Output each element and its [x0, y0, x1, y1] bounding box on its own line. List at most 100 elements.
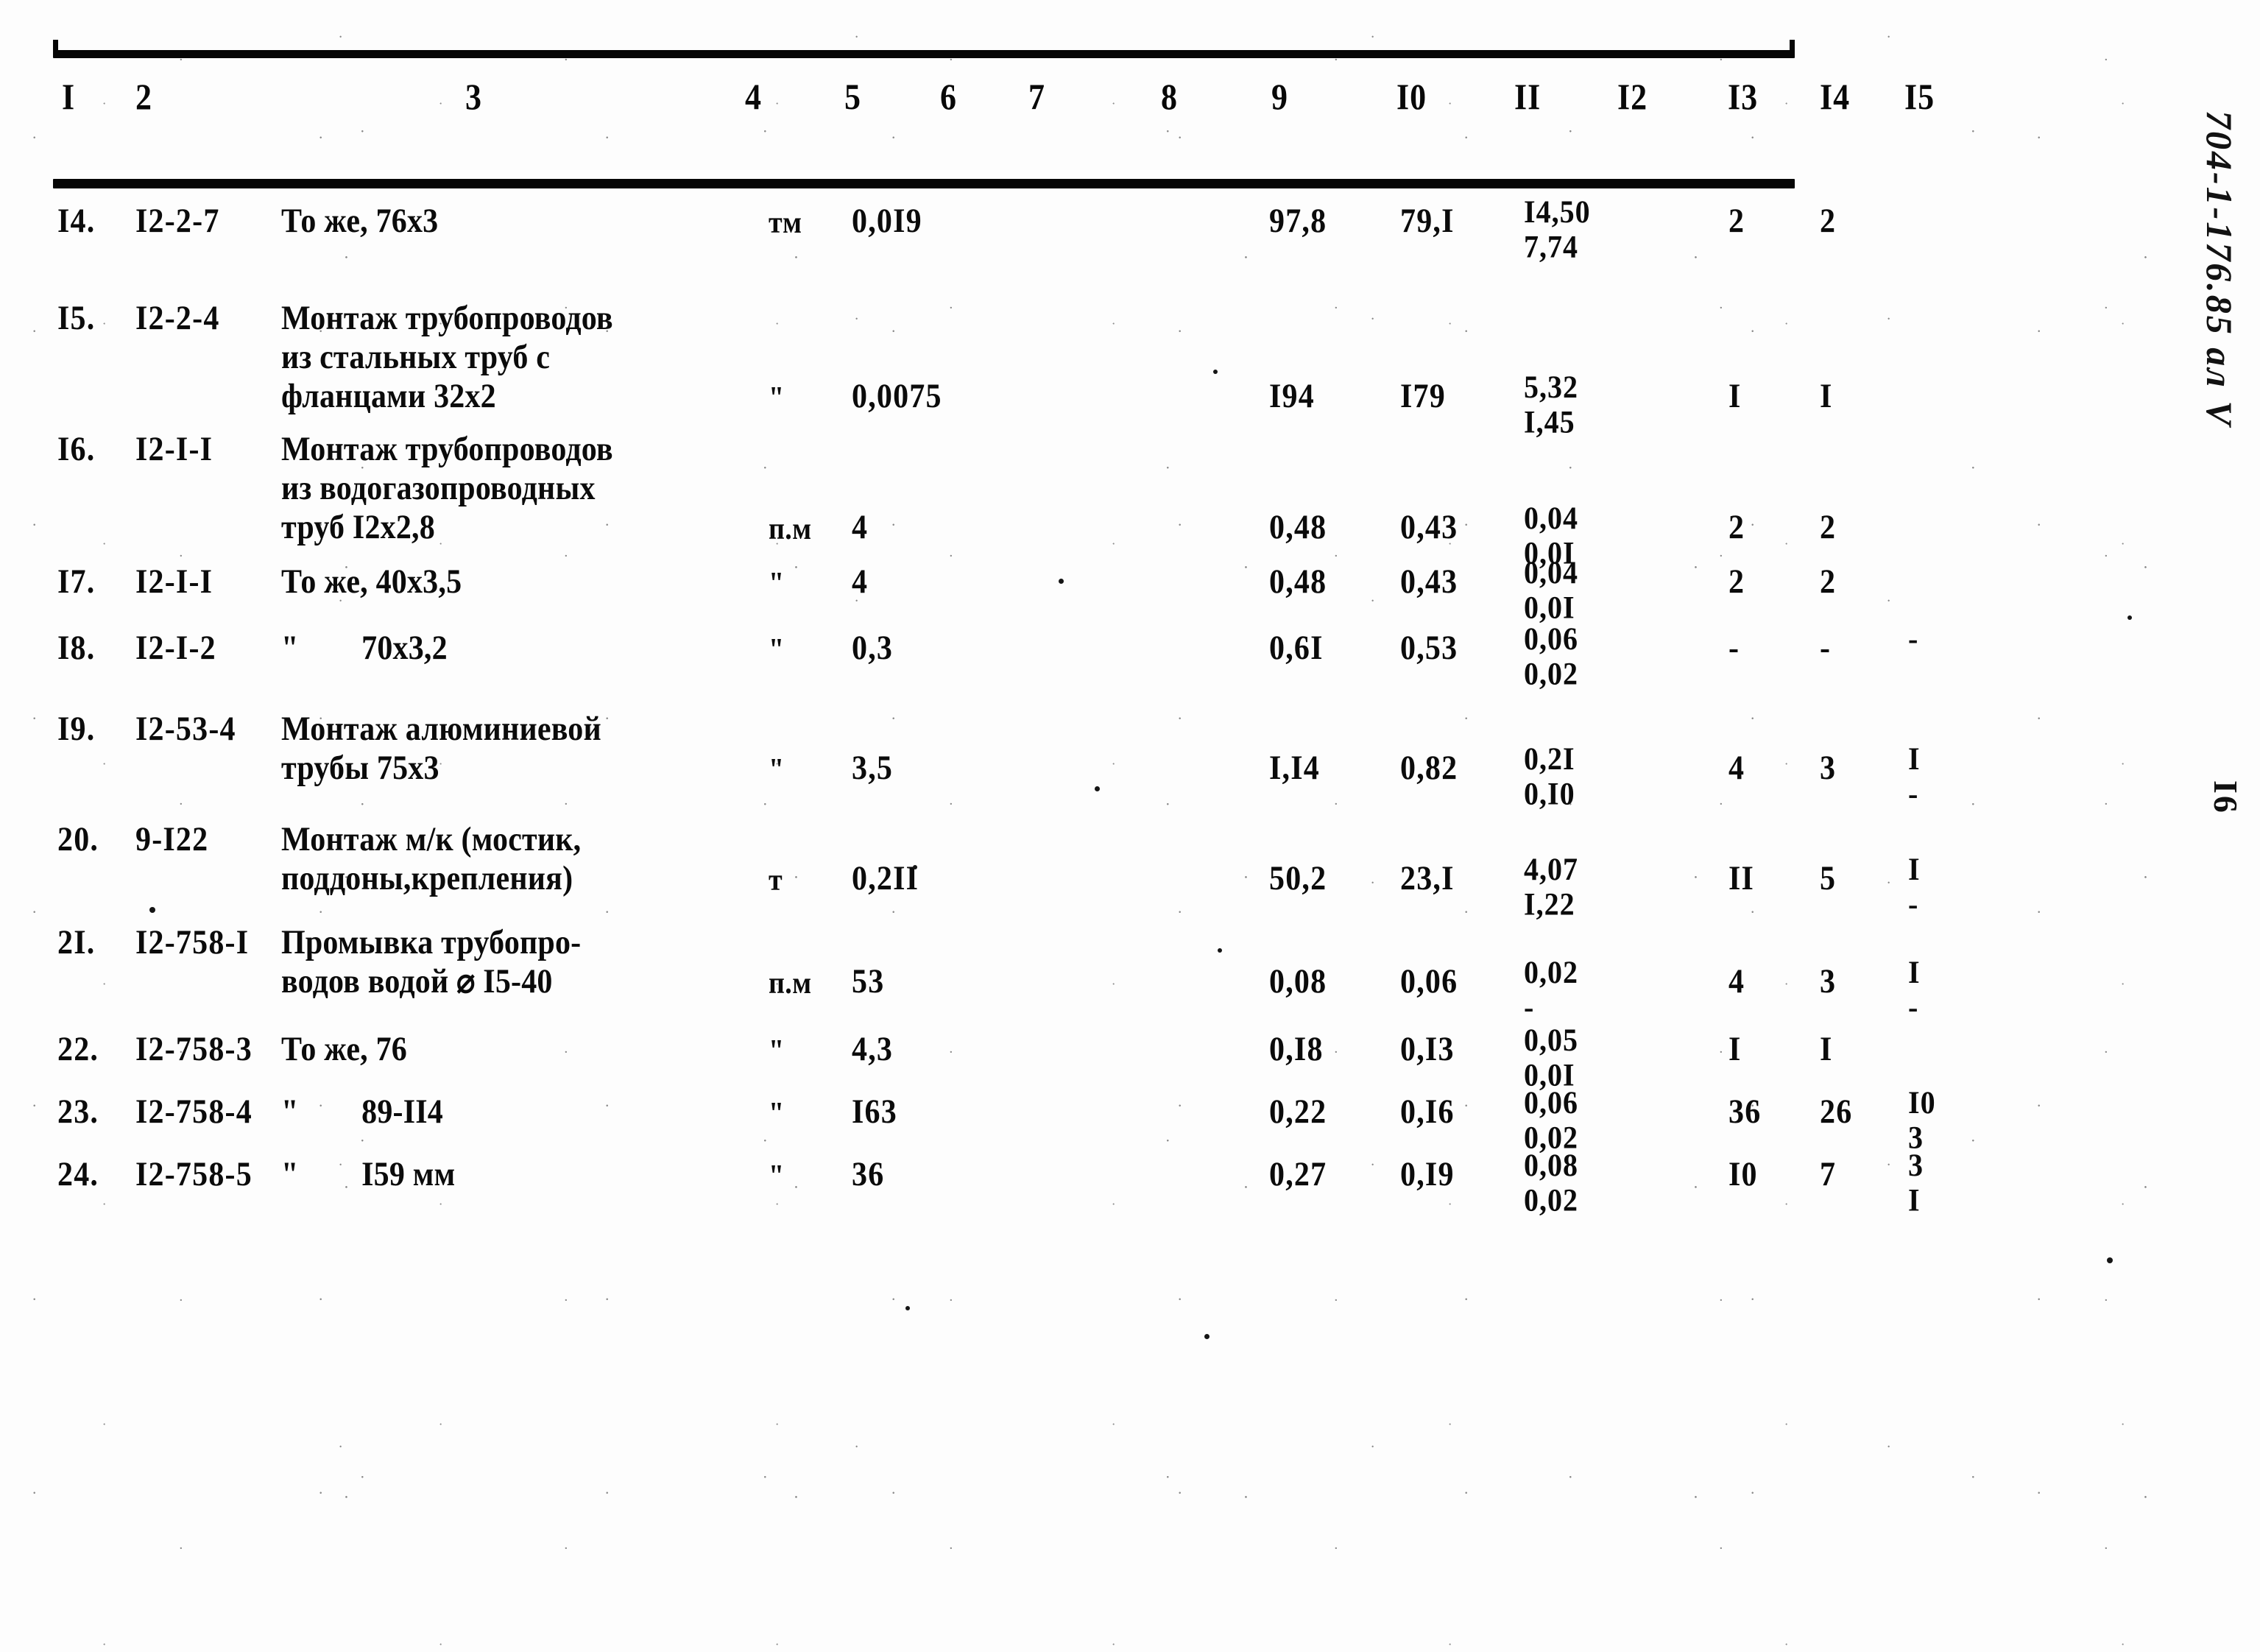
row-quantity-cell: 0,3	[852, 629, 894, 667]
row-col11-lower: 0,I0	[1524, 775, 1575, 812]
row-col9-cell: 0,27	[1269, 1156, 1327, 1193]
row-col15-stacked-cell: I-	[1908, 953, 1921, 1025]
row-col15-stacked-cell: I-	[1908, 741, 1921, 811]
row-col10-cell: 0,I3	[1400, 1031, 1455, 1068]
row-col10-cell: 0,82	[1400, 749, 1458, 787]
row-col11-lower: 7,74	[1524, 228, 1578, 265]
row-col13-cell: 36	[1728, 1093, 1762, 1131]
row-unit-cell: тм	[769, 205, 802, 240]
row-description-line: То же, 40х3,5	[281, 563, 462, 601]
row-col15-upper: -	[1908, 620, 1919, 657]
row-col13-cell: 4	[1728, 749, 1745, 787]
scanned-page: I 2 3 4 5 6 7 8 9 I0 II I2 I3 I4 I5 I4. I2-2-7 То же, 76…	[0, 0, 2260, 1652]
row-unit-cell: "	[769, 381, 785, 415]
row-number-cell: 24.	[57, 1156, 99, 1193]
row-description-line: Монтаж алюминиевой	[281, 710, 601, 748]
scan-speck	[913, 865, 917, 869]
scan-speck	[2107, 1257, 2113, 1263]
row-col11-upper: I4,50	[1524, 193, 1591, 230]
margin-document-code: 704-1-176.85 ал V	[2199, 110, 2240, 428]
row-description-line: труб I2х2,8	[281, 509, 435, 546]
row-description-line: водов водой ⌀ I5-40	[281, 963, 553, 1000]
row-number-cell: 2I.	[57, 924, 96, 961]
row-unit-cell: "	[769, 1096, 785, 1131]
row-description-line: " 89-II4	[281, 1093, 443, 1131]
row-number-cell: I7.	[57, 563, 96, 601]
row-col14-cell: -	[1820, 629, 1832, 667]
row-col15-upper: 3	[1908, 1146, 1924, 1183]
scan-speck	[149, 907, 155, 913]
row-col13-cell: 4	[1728, 963, 1745, 1000]
row-col10-cell: 23,I	[1400, 860, 1455, 897]
row-unit-cell: "	[769, 752, 785, 787]
row-col13-cell: 2	[1728, 563, 1745, 601]
row-col11-upper: 5,32	[1524, 368, 1578, 405]
row-col11-upper: 0,02	[1524, 953, 1578, 990]
row-col9-cell: 0,48	[1269, 563, 1327, 601]
row-col15-stacked-cell: I-	[1908, 851, 1921, 922]
scan-speck	[1095, 786, 1100, 791]
row-number-cell: I4.	[57, 202, 96, 240]
row-col10-cell: 0,43	[1400, 509, 1458, 546]
row-col10-cell: 0,53	[1400, 629, 1458, 667]
scan-speck	[1218, 948, 1222, 953]
row-code-cell: 9-I22	[135, 821, 209, 858]
scan-speck	[1204, 1334, 1210, 1339]
column-header-15: I5	[1904, 77, 1935, 117]
row-description-line: Монтаж трубопроводов	[281, 300, 613, 337]
scan-speck	[2127, 615, 2132, 620]
frame-corner-left	[53, 40, 58, 54]
row-col15-upper: I	[1908, 953, 1921, 990]
row-quantity-cell: 0,0075	[852, 378, 942, 415]
row-col15-lower: -	[1908, 886, 1919, 922]
row-col9-cell: 0,48	[1269, 509, 1327, 546]
row-col11-stacked-cell: 4,07 I,22	[1524, 851, 1578, 922]
row-col9-cell: 0,6I	[1269, 629, 1324, 667]
row-code-cell: I2-2-4	[135, 300, 220, 337]
row-quantity-cell: 0,0I9	[852, 202, 922, 240]
row-col14-cell: 2	[1820, 563, 1837, 601]
row-col14-cell: 3	[1820, 963, 1837, 1000]
column-header-12: I2	[1617, 77, 1648, 117]
row-col9-cell: 50,2	[1269, 860, 1327, 897]
row-quantity-cell: 3,5	[852, 749, 894, 787]
row-col15-stacked-cell: 3I	[1908, 1146, 1924, 1218]
row-code-cell: I2-I-I	[135, 431, 213, 468]
row-col10-cell: 0,43	[1400, 563, 1458, 601]
row-description-line: Монтаж трубопроводов	[281, 431, 613, 468]
row-col11-upper: 0,04	[1524, 554, 1578, 590]
row-quantity-cell: 4	[852, 563, 869, 601]
scan-speck	[905, 1306, 910, 1310]
row-quantity-cell: 4	[852, 509, 869, 546]
row-col14-cell: 2	[1820, 202, 1837, 240]
column-header-9: 9	[1271, 77, 1288, 117]
row-col13-cell: I	[1728, 378, 1742, 415]
column-header-11: II	[1514, 77, 1542, 117]
row-col11-lower: I,45	[1524, 403, 1575, 440]
row-quantity-cell: I63	[852, 1093, 897, 1131]
column-header-7: 7	[1028, 77, 1045, 117]
row-col14-cell: I	[1820, 1031, 1833, 1068]
row-quantity-cell: 36	[852, 1156, 885, 1193]
column-header-5: 5	[844, 77, 861, 117]
row-col14-cell: 2	[1820, 509, 1837, 546]
row-col10-cell: 0,I6	[1400, 1093, 1455, 1131]
row-col14-cell: 3	[1820, 749, 1837, 787]
header-rule-top	[53, 50, 1795, 58]
row-col15-stacked-cell: -	[1908, 621, 1918, 657]
row-col11-stacked-cell: 0,08 0,02	[1524, 1146, 1578, 1218]
row-quantity-cell: 4,3	[852, 1031, 894, 1068]
column-header-6: 6	[940, 77, 957, 117]
row-number-cell: I9.	[57, 710, 96, 748]
table-header-frame: I 2 3 4 5 6 7 8 9 I0 II I2 I3 I4 I5	[53, 40, 1934, 188]
frame-corner-right	[1790, 40, 1795, 54]
row-col11-upper: 0,2I	[1524, 740, 1575, 777]
row-description-line: трубы 75х3	[281, 749, 439, 787]
row-quantity-cell: 0,2II	[852, 860, 919, 897]
row-col15-upper: I	[1908, 740, 1921, 777]
row-description-line: из водогазопроводных	[281, 470, 596, 507]
row-col15-stacked-cell: I0 3	[1908, 1084, 1936, 1155]
row-col11-upper: 0,08	[1524, 1146, 1578, 1183]
row-col11-lower: 0,02	[1524, 1182, 1578, 1218]
page-number: I6	[2207, 780, 2245, 815]
